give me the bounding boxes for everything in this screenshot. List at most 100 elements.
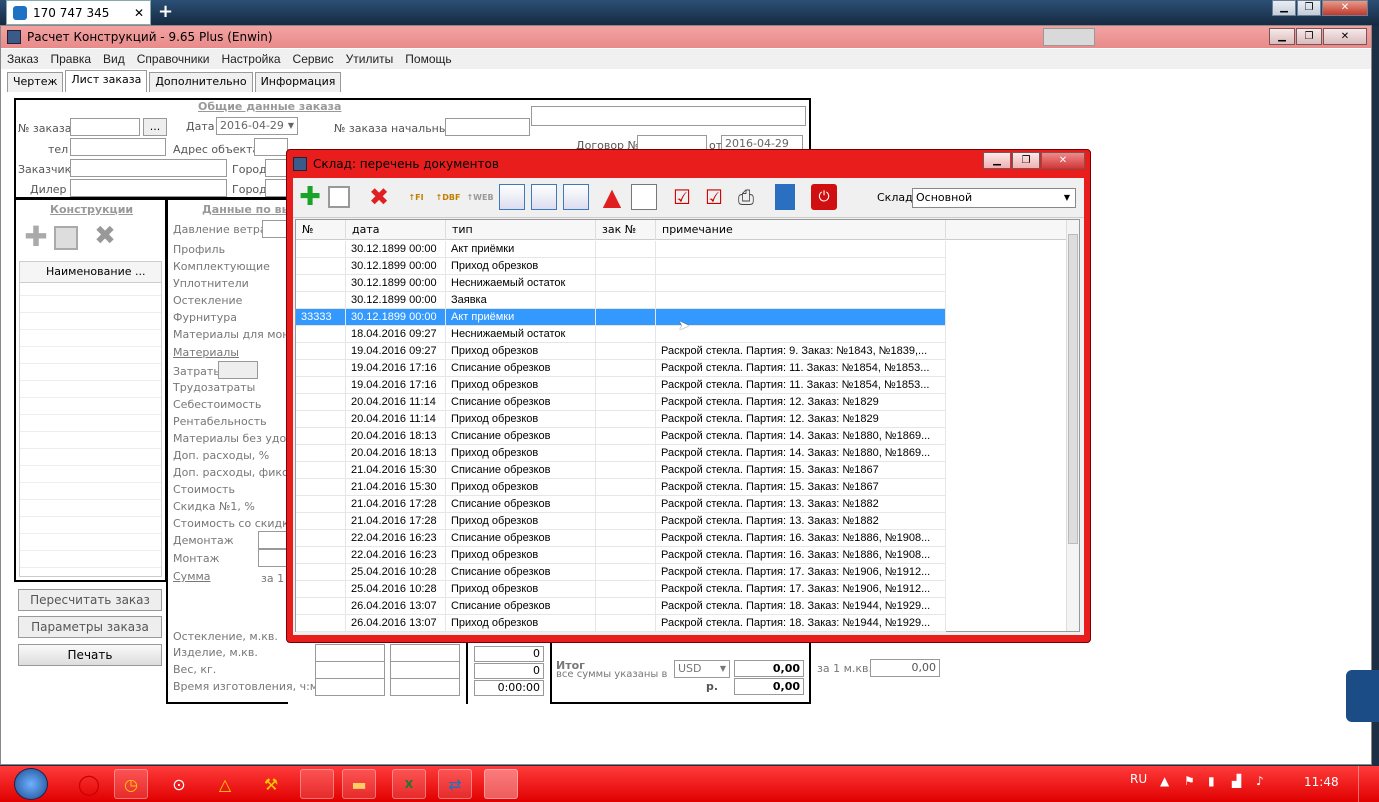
close-icon[interactable]: ✕ bbox=[134, 6, 144, 20]
table-row[interactable]: 21.04.2016 17:28 Приход обрезков Раскрой с… bbox=[296, 513, 946, 530]
tab-order-sheet[interactable]: Лист заказа bbox=[65, 70, 148, 92]
constructions-grid[interactable] bbox=[19, 261, 162, 577]
report-icon[interactable] bbox=[499, 184, 525, 210]
table-row[interactable]: 19.04.2016 17:16 Списание обрезков Раскрой… bbox=[296, 360, 946, 377]
show-desktop-button[interactable] bbox=[1358, 766, 1379, 802]
dealer-input[interactable] bbox=[70, 179, 227, 197]
remote-control-handle[interactable] bbox=[1346, 670, 1379, 722]
materials-link[interactable]: Материалы bbox=[173, 346, 239, 359]
menu-help[interactable]: Помощь bbox=[399, 52, 457, 66]
order-params-button[interactable]: Параметры заказа bbox=[18, 616, 162, 638]
table-row[interactable]: 20.04.2016 11:14 Списание обрезков Раскрой… bbox=[296, 394, 946, 411]
delete-document-icon[interactable]: ✖ bbox=[366, 183, 392, 211]
volume-icon[interactable]: ♪ bbox=[1256, 774, 1264, 788]
table-row[interactable]: 18.04.2016 09:27 Неснижаемый остаток bbox=[296, 326, 946, 343]
app-minimize-button[interactable]: ▁ bbox=[1269, 28, 1295, 45]
customer-input[interactable] bbox=[70, 159, 227, 177]
export-web-icon[interactable]: ↑WEB bbox=[466, 184, 493, 210]
order-no-input[interactable] bbox=[70, 118, 140, 136]
table-row[interactable]: 22.04.2016 16:23 Списание обрезков Раскрой… bbox=[296, 530, 946, 547]
clock-app-icon[interactable]: ◷ bbox=[114, 769, 148, 799]
print-button[interactable]: Печать bbox=[18, 644, 162, 666]
tab-drawing[interactable]: Чертеж bbox=[7, 72, 64, 92]
col-header-date[interactable]: дата bbox=[346, 220, 446, 240]
table-row[interactable]: 20.04.2016 11:14 Приход обрезков Раскрой с… bbox=[296, 411, 946, 428]
table-row[interactable]: 30.12.1899 00:00 Неснижаемый остаток bbox=[296, 275, 946, 292]
clock[interactable]: 11:48 bbox=[1304, 775, 1339, 789]
report-icon[interactable] bbox=[563, 184, 589, 210]
table-row[interactable]: 19.04.2016 17:16 Приход обрезков Раскрой с… bbox=[296, 377, 946, 394]
minimize-button[interactable]: ▁ bbox=[1272, 0, 1296, 16]
maximize-button[interactable]: ❐ bbox=[1297, 0, 1321, 16]
table-row[interactable]: 21.04.2016 15:30 Списание обрезков Раскрой… bbox=[296, 462, 946, 479]
export-file-icon[interactable]: ↑FI bbox=[403, 184, 429, 210]
tray-expand-icon[interactable]: ▲ bbox=[1160, 774, 1169, 788]
table-row[interactable]: 30.12.1899 00:00 Приход обрезков bbox=[296, 258, 946, 275]
constructions-col-name[interactable]: Наименование ... bbox=[19, 261, 162, 283]
dismantling-input[interactable] bbox=[258, 531, 288, 549]
report-icon[interactable] bbox=[531, 184, 557, 210]
currency-select[interactable]: USD ▼ bbox=[674, 660, 730, 678]
app-restore-button[interactable]: ❐ bbox=[1296, 28, 1322, 45]
menu-view[interactable]: Вид bbox=[97, 52, 131, 66]
table-row[interactable]: 19.04.2016 09:27 Приход обрезков Раскрой с… bbox=[296, 343, 946, 360]
sum-link[interactable]: Сумма bbox=[173, 570, 211, 583]
tab-additional[interactable]: Дополнительно bbox=[149, 72, 253, 92]
remote-session-tab[interactable]: 170 747 345 ✕ bbox=[6, 0, 151, 25]
opera-icon[interactable]: ◯ bbox=[72, 769, 106, 799]
teamviewer-icon[interactable]: ⊙ bbox=[162, 769, 196, 799]
excel-icon[interactable]: X bbox=[392, 769, 426, 799]
menu-references[interactable]: Справочники bbox=[131, 52, 216, 66]
table-row[interactable]: 25.04.2016 10:28 Списание обрезков Раскрой… bbox=[296, 564, 946, 581]
table-row[interactable]: 21.04.2016 15:30 Приход обрезков Раскрой с… bbox=[296, 479, 946, 496]
tools-icon[interactable]: ⚒ bbox=[254, 769, 288, 799]
warning-icon[interactable]: ▲ bbox=[599, 183, 625, 211]
add-tab-icon[interactable]: + bbox=[158, 2, 173, 22]
wind-pressure-input[interactable] bbox=[262, 220, 288, 238]
menu-edit[interactable]: Правка bbox=[44, 52, 97, 66]
print-icon[interactable]: ⎙ bbox=[733, 184, 759, 210]
initial-order-input[interactable] bbox=[445, 118, 530, 136]
add-construction-icon[interactable]: ✚ bbox=[24, 223, 48, 251]
edit-construction-icon[interactable] bbox=[54, 226, 78, 250]
table-row[interactable]: 25.04.2016 10:28 Приход обрезков Раскрой с… bbox=[296, 581, 946, 598]
add-document-icon[interactable]: ✚ bbox=[297, 182, 323, 212]
col-header-note[interactable]: примечание bbox=[656, 220, 946, 240]
document-icon[interactable] bbox=[631, 184, 657, 210]
table-row[interactable]: 30.12.1899 00:00 Акт приёмки bbox=[296, 241, 946, 258]
teamviewer-task-icon[interactable]: ⇄ bbox=[438, 769, 472, 799]
documents-grid[interactable]: № дата тип зак № примечание 30.12.1899 0… bbox=[295, 219, 1080, 632]
menu-utilities[interactable]: Утилиты bbox=[340, 52, 400, 66]
device-icon[interactable]: ▮ bbox=[1208, 774, 1215, 788]
grid-scrollbar[interactable] bbox=[1066, 220, 1079, 631]
recalc-order-button[interactable]: Пересчитать заказ bbox=[18, 589, 162, 611]
dialog-close-button[interactable]: ✕ bbox=[1041, 152, 1085, 169]
browse-button[interactable]: ... bbox=[143, 118, 167, 136]
col-header-type[interactable]: тип bbox=[446, 220, 596, 240]
col-header-no[interactable]: № bbox=[296, 220, 346, 240]
col-header-order-no[interactable]: зак № bbox=[596, 220, 656, 240]
phone-input[interactable] bbox=[70, 138, 166, 156]
edit-document-icon[interactable] bbox=[328, 186, 350, 208]
apps-icon[interactable] bbox=[300, 769, 334, 799]
table-row[interactable]: 33333 30.12.1899 00:00 Акт приёмки bbox=[296, 309, 946, 326]
close-button[interactable]: ✕ bbox=[1322, 0, 1368, 16]
drive-icon[interactable]: △ bbox=[208, 769, 242, 799]
menu-settings[interactable]: Настройка bbox=[215, 52, 286, 66]
warehouse-select[interactable]: Основной ▼ bbox=[912, 188, 1076, 208]
power-icon[interactable]: ⏻ bbox=[811, 184, 837, 210]
language-indicator[interactable]: RU bbox=[1130, 772, 1147, 786]
menu-service[interactable]: Сервис bbox=[287, 52, 340, 66]
checklist-icon[interactable]: ☑ bbox=[669, 184, 695, 210]
costs-select[interactable] bbox=[218, 361, 258, 379]
dialog-maximize-button[interactable]: ❐ bbox=[1012, 152, 1040, 169]
dialog-minimize-button[interactable]: ▁ bbox=[983, 152, 1011, 169]
installation-input[interactable] bbox=[258, 549, 288, 567]
table-row[interactable]: 21.04.2016 17:28 Списание обрезков Раскрой… bbox=[296, 496, 946, 513]
export-dbf-icon[interactable]: ↑DBF bbox=[435, 184, 461, 210]
app-close-button[interactable]: ✕ bbox=[1323, 28, 1367, 45]
order-extra-field[interactable] bbox=[531, 106, 806, 126]
menu-order[interactable]: Заказ bbox=[1, 52, 44, 66]
table-row[interactable]: 26.04.2016 13:07 Списание обрезков Раскрой… bbox=[296, 598, 946, 615]
folder-icon[interactable]: ▬ bbox=[342, 769, 376, 799]
